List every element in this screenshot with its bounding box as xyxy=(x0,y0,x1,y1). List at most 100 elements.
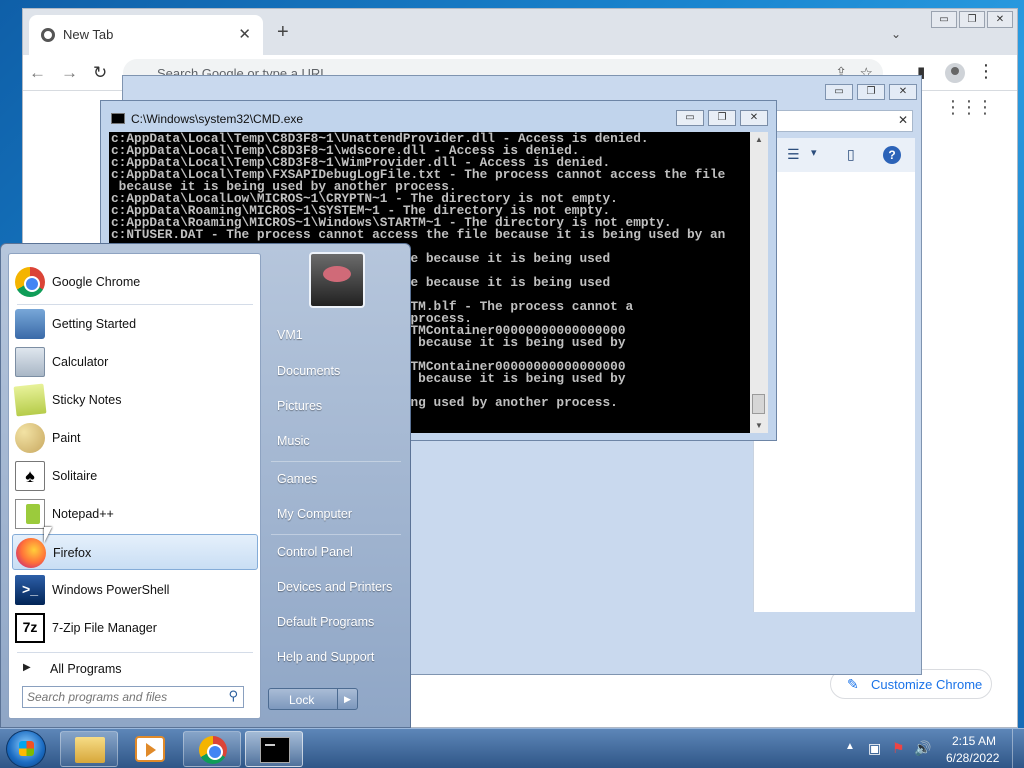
scroll-down-icon[interactable]: ▼ xyxy=(755,421,763,430)
minimize-button[interactable]: ▭ xyxy=(931,11,957,28)
calculator-icon xyxy=(15,347,45,377)
profile-avatar-icon[interactable] xyxy=(945,63,965,83)
show-hidden-icons-icon[interactable]: ▲ xyxy=(845,741,855,752)
start-right-pictures[interactable]: Pictures xyxy=(277,399,322,413)
view-options-icon[interactable]: ☰ xyxy=(787,146,800,163)
lock-label: Lock xyxy=(289,693,315,707)
start-item-label: Notepad++ xyxy=(52,507,114,521)
start-item-label: Google Chrome xyxy=(52,275,141,289)
start-item-calculator[interactable]: Calculator xyxy=(12,344,258,380)
cmd-close-button[interactable]: ✕ xyxy=(740,110,768,126)
view-dropdown-icon[interactable]: ▾ xyxy=(811,146,817,159)
start-item-label: Calculator xyxy=(52,355,109,369)
pencil-icon: ✎ xyxy=(847,676,859,692)
taskbar-chrome[interactable] xyxy=(183,731,241,767)
tab-new-tab[interactable]: New Tab ✕ xyxy=(29,15,263,55)
action-center-flag-icon[interactable]: ⚑ xyxy=(892,740,905,757)
explorer-search-bar[interactable]: ✕ xyxy=(763,110,913,132)
shutdown-options-arrow-icon[interactable]: ▶ xyxy=(337,689,357,709)
start-right-music[interactable]: Music xyxy=(277,434,310,448)
start-search-input[interactable] xyxy=(27,689,217,705)
chrome-icon xyxy=(199,736,227,764)
explorer-window-controls: ▭ ❐ ✕ xyxy=(821,84,917,100)
tab-search-icon[interactable]: ⌄ xyxy=(891,27,901,41)
explorer-close-button[interactable]: ✕ xyxy=(889,84,917,100)
start-right-games[interactable]: Games xyxy=(277,472,317,486)
lock-button[interactable]: Lock ▶ xyxy=(268,688,358,710)
start-search-box[interactable]: ⚲ xyxy=(22,686,244,708)
start-right-documents[interactable]: Documents xyxy=(277,364,340,378)
network-icon[interactable]: ▣ xyxy=(868,740,881,757)
volume-icon[interactable]: 🔊 xyxy=(914,740,931,757)
close-button[interactable]: ✕ xyxy=(987,11,1013,28)
show-desktop-button[interactable] xyxy=(1012,729,1024,768)
start-right-default-programs[interactable]: Default Programs xyxy=(277,615,374,629)
explorer-maximize-button[interactable]: ❐ xyxy=(857,84,885,100)
maximize-button[interactable]: ❐ xyxy=(959,11,985,28)
start-right-my-computer[interactable]: My Computer xyxy=(277,507,352,521)
all-programs-label: All Programs xyxy=(50,662,122,676)
explorer-toolbar: ☰ ▾ ▯ ? xyxy=(753,138,915,172)
search-icon[interactable]: ⚲ xyxy=(228,688,238,704)
start-menu: Google Chrome Getting Started Calculator… xyxy=(0,243,411,728)
start-item-label: Sticky Notes xyxy=(52,393,122,407)
notepad-plus-plus-icon xyxy=(15,499,45,529)
cmd-scrollbar[interactable]: ▲ ▼ xyxy=(750,132,768,433)
cmd-minimize-button[interactable]: ▭ xyxy=(676,110,704,126)
start-item-windows-powershell[interactable]: >_ Windows PowerShell xyxy=(12,572,258,608)
start-item-sticky-notes[interactable]: Sticky Notes xyxy=(12,382,258,418)
taskbar-explorer[interactable] xyxy=(60,731,118,767)
start-item-solitaire[interactable]: ♠ Solitaire xyxy=(12,458,258,494)
start-item-label: Firefox xyxy=(53,546,92,560)
start-button[interactable] xyxy=(6,730,46,768)
all-programs-button[interactable]: ▶ All Programs xyxy=(17,658,257,682)
start-item-7zip[interactable]: 7z 7-Zip File Manager xyxy=(12,610,258,646)
taskbar-cmd[interactable] xyxy=(245,731,303,767)
start-item-label: Windows PowerShell xyxy=(52,583,170,597)
powershell-icon: >_ xyxy=(15,575,45,605)
chrome-menu-icon[interactable]: ⋮ xyxy=(977,61,995,82)
chrome-icon xyxy=(15,267,45,297)
clock-time[interactable]: 2:15 AM xyxy=(952,734,996,748)
scroll-thumb[interactable] xyxy=(752,394,765,414)
getting-started-icon xyxy=(15,309,45,339)
command-prompt-icon xyxy=(260,737,290,763)
explorer-subbar-close-icon[interactable]: ✕ xyxy=(898,113,908,127)
start-item-google-chrome[interactable]: Google Chrome xyxy=(12,264,258,300)
start-item-paint[interactable]: Paint xyxy=(12,420,258,456)
tab-close-icon[interactable]: ✕ xyxy=(238,25,251,43)
chrome-window-controls: ▭ ❐ ✕ xyxy=(929,11,1013,28)
start-right-control-panel[interactable]: Control Panel xyxy=(277,545,353,559)
back-icon[interactable]: ← xyxy=(29,63,46,83)
separator xyxy=(271,461,401,462)
new-tab-button[interactable]: + xyxy=(277,22,289,42)
forward-icon[interactable]: → xyxy=(61,63,78,83)
user-avatar[interactable] xyxy=(309,252,365,308)
start-right-devices-printers[interactable]: Devices and Printers xyxy=(277,580,392,594)
firefox-icon xyxy=(16,538,46,568)
separator xyxy=(271,534,401,535)
explorer-minimize-button[interactable]: ▭ xyxy=(825,84,853,100)
google-apps-icon[interactable]: ⋮⋮⋮ xyxy=(944,98,994,116)
start-right-vm1[interactable]: VM1 xyxy=(277,328,303,342)
cmd-maximize-button[interactable]: ❐ xyxy=(708,110,736,126)
cmd-window-title: C:\Windows\system32\CMD.exe xyxy=(131,112,304,126)
start-right-help-support[interactable]: Help and Support xyxy=(277,650,374,664)
seven-zip-icon: 7z xyxy=(15,613,45,643)
clock-date[interactable]: 6/28/2022 xyxy=(946,751,999,765)
reload-icon[interactable]: ↻ xyxy=(93,63,107,83)
help-icon[interactable]: ? xyxy=(883,146,901,164)
scroll-up-icon[interactable]: ▲ xyxy=(755,135,763,144)
separator xyxy=(17,652,253,653)
taskbar-media-player[interactable] xyxy=(121,731,179,767)
customize-chrome-label: Customize Chrome xyxy=(871,677,983,692)
cmd-window-icon xyxy=(111,113,125,124)
console-line: c:NTUSER.DAT - The process cannot access… xyxy=(111,227,726,242)
chrome-tab-icon xyxy=(41,28,55,42)
preview-pane-icon[interactable]: ▯ xyxy=(847,146,855,163)
start-item-getting-started[interactable]: Getting Started xyxy=(12,306,258,342)
tab-title: New Tab xyxy=(63,27,114,42)
start-item-label: Paint xyxy=(52,431,81,445)
start-item-label: 7-Zip File Manager xyxy=(52,621,157,635)
sticky-notes-icon xyxy=(13,383,47,417)
